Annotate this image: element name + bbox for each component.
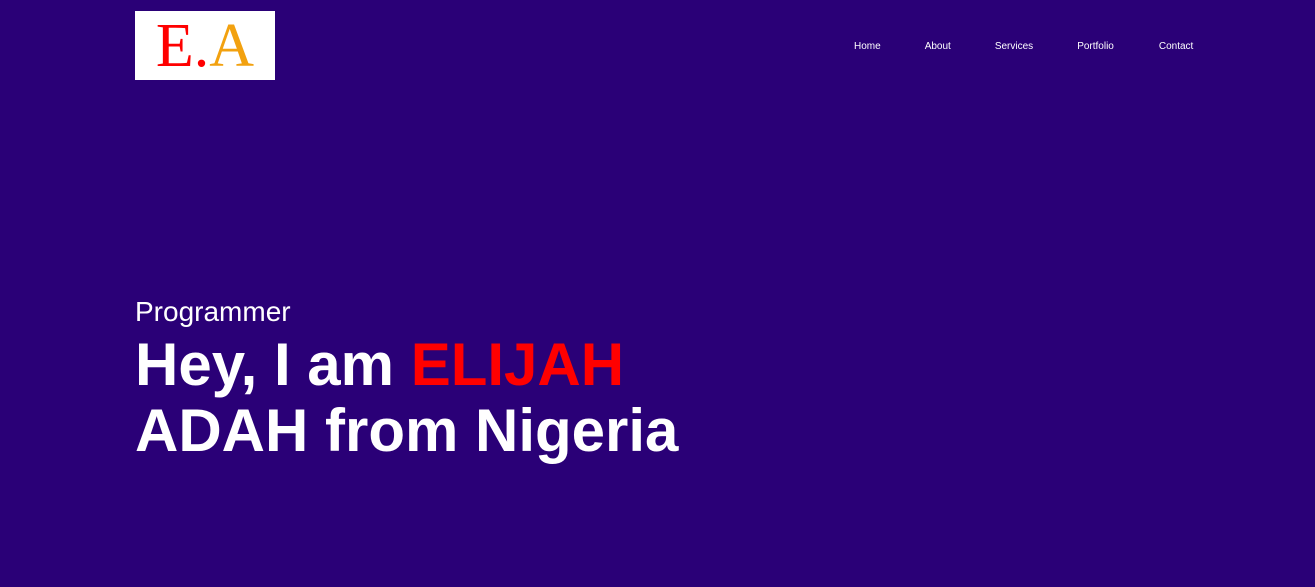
logo-letter-e: E bbox=[155, 11, 194, 80]
hero-section: Programmer Hey, I am ELIJAH ADAH from Ni… bbox=[135, 295, 715, 464]
headline-name-highlight: ELIJAH bbox=[410, 331, 625, 398]
hero-subtitle: Programmer bbox=[135, 296, 291, 327]
nav-services-link[interactable]: Services bbox=[995, 41, 1033, 53]
logo-letter-a: A bbox=[209, 11, 255, 80]
nav-contact-link[interactable]: Contact bbox=[1159, 41, 1193, 53]
headline-prefix: Hey, I am bbox=[135, 331, 411, 398]
logo-dot: . bbox=[193, 11, 210, 80]
nav-portfolio-link[interactable]: Portfolio bbox=[1077, 41, 1114, 53]
nav-about-link[interactable]: About bbox=[925, 41, 951, 53]
headline-suffix: ADAH from Nigeria bbox=[135, 397, 679, 464]
site-logo[interactable]: E.A bbox=[135, 11, 275, 80]
main-nav: Home About Services Portfolio Contact bbox=[845, 41, 1193, 53]
nav-home-link[interactable]: Home bbox=[854, 41, 881, 53]
hero-headline: Hey, I am ELIJAH ADAH from Nigeria bbox=[135, 332, 715, 464]
